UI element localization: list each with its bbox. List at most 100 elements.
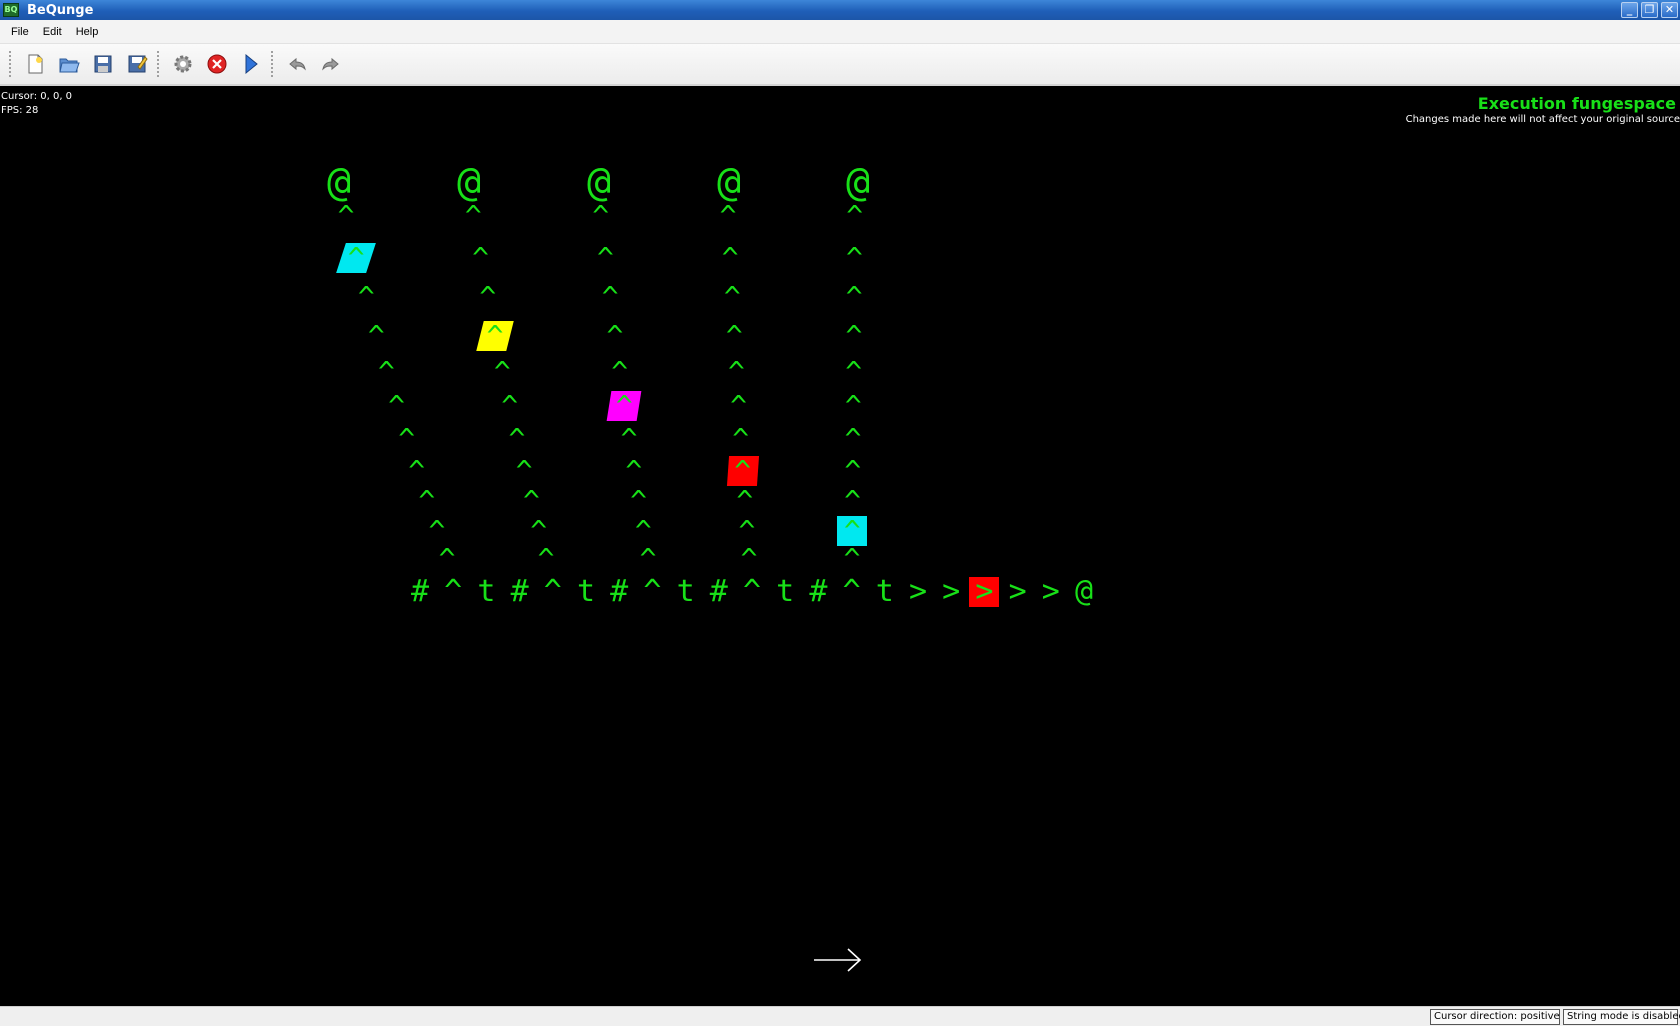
column-caret[interactable]: ^ bbox=[605, 357, 635, 387]
column-caret[interactable]: ^ bbox=[432, 544, 462, 574]
bottom-row-cell[interactable]: # bbox=[405, 577, 435, 607]
column-caret[interactable]: ^ bbox=[715, 243, 745, 273]
bottom-row-cell[interactable]: ^ bbox=[837, 577, 867, 607]
bottom-row-cell[interactable]: @ bbox=[1069, 577, 1099, 607]
window-controls: _ ❐ ✕ bbox=[1621, 2, 1678, 18]
column-caret[interactable]: ^ bbox=[838, 424, 868, 454]
column-caret[interactable]: ^ bbox=[838, 456, 868, 486]
bottom-row-cell[interactable]: t bbox=[770, 577, 800, 607]
column-caret[interactable]: ^ bbox=[619, 456, 649, 486]
bottom-row-cell[interactable]: t bbox=[571, 577, 601, 607]
bottom-row-cell[interactable]: > bbox=[936, 577, 966, 607]
column-end-at[interactable]: @ bbox=[840, 160, 876, 204]
bottom-row-cell[interactable]: ^ bbox=[438, 577, 468, 607]
column-end-at[interactable]: @ bbox=[451, 160, 487, 204]
column-caret[interactable]: ^ bbox=[734, 544, 764, 574]
column-caret[interactable]: ^ bbox=[600, 321, 630, 351]
column-caret[interactable]: ^ bbox=[719, 321, 749, 351]
menu-help[interactable]: Help bbox=[69, 26, 106, 38]
column-caret[interactable]: ^ bbox=[516, 486, 546, 516]
column-caret[interactable]: ^ bbox=[331, 201, 361, 231]
run-button[interactable] bbox=[236, 49, 266, 79]
bottom-row-cell[interactable]: t bbox=[870, 577, 900, 607]
column-caret[interactable]: ^ bbox=[466, 243, 496, 273]
bottom-row-cell[interactable]: > bbox=[1003, 577, 1033, 607]
play-icon bbox=[245, 53, 258, 75]
bottom-row-cell[interactable]: # bbox=[803, 577, 833, 607]
bottom-row-cell[interactable]: > bbox=[969, 577, 999, 607]
column-caret[interactable]: ^ bbox=[721, 357, 751, 387]
column-caret[interactable]: ^ bbox=[713, 201, 743, 231]
menu-file[interactable]: File bbox=[4, 26, 36, 38]
column-caret[interactable]: ^ bbox=[502, 424, 532, 454]
toolbar-grip[interactable] bbox=[156, 50, 160, 78]
save-as-button[interactable] bbox=[122, 49, 152, 79]
bottom-row-cell[interactable]: > bbox=[903, 577, 933, 607]
minimize-icon[interactable]: _ bbox=[1621, 2, 1638, 18]
column-caret[interactable]: ^ bbox=[726, 424, 756, 454]
column-caret[interactable]: ^ bbox=[840, 201, 870, 231]
undo-button[interactable] bbox=[282, 49, 312, 79]
column-caret[interactable]: ^ bbox=[839, 243, 869, 273]
column-caret[interactable]: ^ bbox=[614, 424, 644, 454]
column-caret[interactable]: ^ bbox=[392, 424, 422, 454]
restore-icon[interactable]: ❐ bbox=[1641, 2, 1658, 18]
status-bar: Cursor direction: positive x String mode… bbox=[0, 1006, 1680, 1026]
new-file-button[interactable] bbox=[20, 49, 50, 79]
bottom-row-cell[interactable]: ^ bbox=[737, 577, 767, 607]
column-caret[interactable]: ^ bbox=[595, 282, 625, 312]
column-caret[interactable]: ^ bbox=[371, 357, 401, 387]
column-caret[interactable]: ^ bbox=[609, 391, 639, 421]
column-caret[interactable]: ^ bbox=[361, 321, 391, 351]
fungespace-title: Execution fungespace bbox=[1477, 94, 1676, 113]
column-end-at[interactable]: @ bbox=[581, 160, 617, 204]
redo-button[interactable] bbox=[316, 49, 346, 79]
column-caret[interactable]: ^ bbox=[728, 456, 758, 486]
column-caret[interactable]: ^ bbox=[473, 282, 503, 312]
column-caret[interactable]: ^ bbox=[509, 456, 539, 486]
column-end-at[interactable]: @ bbox=[711, 160, 747, 204]
column-caret[interactable]: ^ bbox=[487, 357, 517, 387]
bottom-row-cell[interactable]: # bbox=[604, 577, 634, 607]
column-caret[interactable]: ^ bbox=[382, 391, 412, 421]
bottom-row-cell[interactable]: ^ bbox=[538, 577, 568, 607]
column-caret[interactable]: ^ bbox=[402, 456, 432, 486]
column-end-at[interactable]: @ bbox=[321, 160, 357, 204]
column-caret[interactable]: ^ bbox=[412, 486, 442, 516]
save-button[interactable] bbox=[88, 49, 118, 79]
column-caret[interactable]: ^ bbox=[839, 357, 869, 387]
column-caret[interactable]: ^ bbox=[838, 391, 868, 421]
column-caret[interactable]: ^ bbox=[480, 321, 510, 351]
column-caret[interactable]: ^ bbox=[351, 282, 381, 312]
column-caret[interactable]: ^ bbox=[341, 243, 371, 273]
bottom-row-cell[interactable]: t bbox=[471, 577, 501, 607]
bottom-row-cell[interactable]: > bbox=[1036, 577, 1066, 607]
column-caret[interactable]: ^ bbox=[717, 282, 747, 312]
column-caret[interactable]: ^ bbox=[624, 486, 654, 516]
debug-button[interactable] bbox=[168, 49, 198, 79]
column-caret[interactable]: ^ bbox=[495, 391, 525, 421]
open-file-button[interactable] bbox=[54, 49, 84, 79]
fungespace-canvas[interactable]: Cursor: 0, 0, 0 FPS: 28 Execution funges… bbox=[0, 88, 1680, 1006]
column-caret[interactable]: ^ bbox=[730, 486, 760, 516]
column-caret[interactable]: ^ bbox=[590, 243, 620, 273]
column-caret[interactable]: ^ bbox=[837, 544, 867, 574]
column-caret[interactable]: ^ bbox=[839, 282, 869, 312]
column-caret[interactable]: ^ bbox=[458, 201, 488, 231]
bottom-row-cell[interactable]: ^ bbox=[637, 577, 667, 607]
toolbar bbox=[0, 44, 1680, 86]
column-caret[interactable]: ^ bbox=[586, 201, 616, 231]
column-caret[interactable]: ^ bbox=[838, 486, 868, 516]
column-caret[interactable]: ^ bbox=[839, 321, 869, 351]
menu-edit[interactable]: Edit bbox=[36, 26, 69, 38]
bottom-row-cell[interactable]: t bbox=[671, 577, 701, 607]
column-caret[interactable]: ^ bbox=[531, 544, 561, 574]
bottom-row-cell[interactable]: # bbox=[704, 577, 734, 607]
close-icon[interactable]: ✕ bbox=[1661, 2, 1678, 18]
stop-button[interactable] bbox=[202, 49, 232, 79]
bottom-row-cell[interactable]: # bbox=[505, 577, 535, 607]
column-caret[interactable]: ^ bbox=[633, 544, 663, 574]
column-caret[interactable]: ^ bbox=[724, 391, 754, 421]
toolbar-grip[interactable] bbox=[270, 50, 274, 78]
toolbar-grip[interactable] bbox=[8, 50, 12, 78]
